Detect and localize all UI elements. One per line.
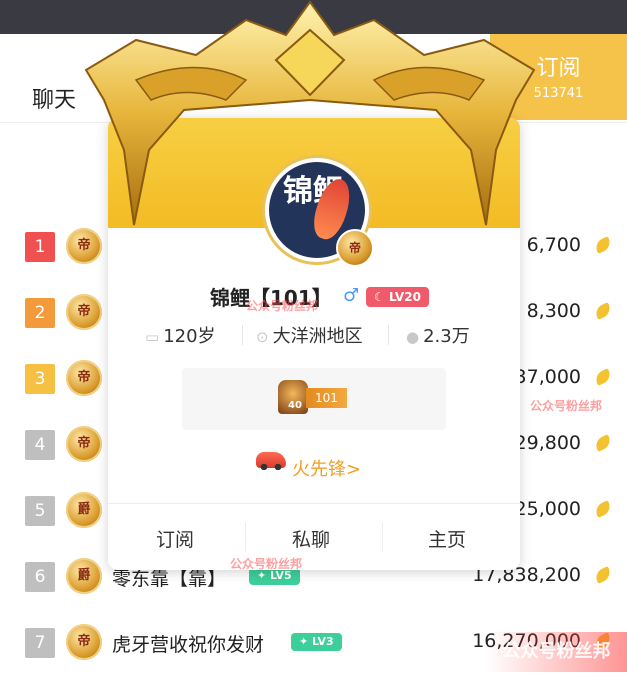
rank-number: 5 bbox=[25, 496, 55, 526]
noble-badge-icon: 帝 bbox=[66, 426, 102, 462]
noble-badge-icon: 爵 bbox=[66, 492, 102, 528]
honor-link[interactable]: 火先锋> bbox=[292, 455, 361, 481]
location-pin-icon: ⊙ bbox=[256, 328, 269, 346]
user-level-tag: ✦ LV3 bbox=[291, 633, 342, 651]
info-divider bbox=[242, 325, 243, 345]
watermark: 公众号粉丝邦 bbox=[230, 557, 303, 571]
medal-name: 101 bbox=[306, 388, 347, 408]
contribution-amount: 8,300 bbox=[526, 300, 581, 322]
rank-number: 2 bbox=[25, 298, 55, 328]
watermark-banner: 公众号粉丝邦 bbox=[486, 632, 627, 672]
male-gender-icon: ♂ bbox=[343, 285, 360, 306]
user-level-text: LV3 bbox=[312, 635, 334, 648]
homepage-button[interactable]: 主页 bbox=[428, 525, 466, 552]
noble-badge-icon: 帝 bbox=[66, 294, 102, 330]
gold-leaf-icon bbox=[593, 368, 613, 386]
level-text: LV20 bbox=[388, 290, 421, 304]
level-badge: ☾ LV20 bbox=[366, 287, 429, 307]
info-divider bbox=[388, 325, 389, 345]
noble-badge-icon: 爵 bbox=[66, 558, 102, 594]
rank-number: 1 bbox=[25, 232, 55, 262]
ranking-user-name: 虎牙营收祝你发财 bbox=[112, 634, 265, 656]
gold-leaf-icon bbox=[593, 236, 613, 254]
contribution-amount: 25,000 bbox=[514, 498, 581, 520]
fan-medal[interactable]: 40 101 bbox=[182, 368, 446, 430]
race-car-icon bbox=[256, 452, 286, 470]
fans-text: 2.3万 bbox=[423, 326, 470, 347]
rank-number: 6 bbox=[25, 562, 55, 592]
sparkle-icon: ✦ bbox=[299, 635, 313, 648]
tab-chat[interactable]: 聊天 bbox=[32, 82, 76, 114]
contribution-amount: 6,700 bbox=[526, 234, 581, 256]
gold-leaf-icon bbox=[593, 302, 613, 320]
medal-level: 40 bbox=[288, 400, 302, 411]
noble-badge-icon: 帝 bbox=[66, 624, 102, 660]
region-text: 大洋洲地区 bbox=[272, 326, 363, 347]
age-info: ▭ 120岁 bbox=[145, 322, 216, 348]
age-text: 120岁 bbox=[163, 326, 216, 347]
contribution-amount: 37,000 bbox=[514, 366, 581, 388]
id-card-icon: ▭ bbox=[145, 328, 160, 346]
rank-number: 3 bbox=[25, 364, 55, 394]
watermark: 公众号粉丝邦 bbox=[246, 299, 319, 313]
action-divider bbox=[382, 522, 383, 552]
gold-leaf-icon bbox=[593, 566, 613, 584]
fans-info: ● 2.3万 bbox=[406, 322, 470, 348]
avatar-badge-icon: 帝 bbox=[336, 229, 374, 267]
fans-icon: ● bbox=[406, 328, 420, 346]
region-info: ⊙ 大洋洲地区 bbox=[256, 322, 363, 348]
medal-figure-icon: 40 bbox=[278, 380, 308, 414]
gold-leaf-icon bbox=[593, 434, 613, 452]
card-actions-divider bbox=[108, 503, 520, 504]
rank-number: 7 bbox=[25, 628, 55, 658]
rank-number: 4 bbox=[25, 430, 55, 460]
noble-badge-icon: 帝 bbox=[66, 360, 102, 396]
private-message-button[interactable]: 私聊 bbox=[292, 525, 330, 552]
watermark: 公众号粉丝邦 bbox=[530, 399, 603, 413]
contribution-amount: 29,800 bbox=[514, 432, 581, 454]
card-subscribe-button[interactable]: 订阅 bbox=[156, 525, 194, 552]
action-divider bbox=[245, 522, 246, 552]
gold-leaf-icon bbox=[593, 500, 613, 518]
